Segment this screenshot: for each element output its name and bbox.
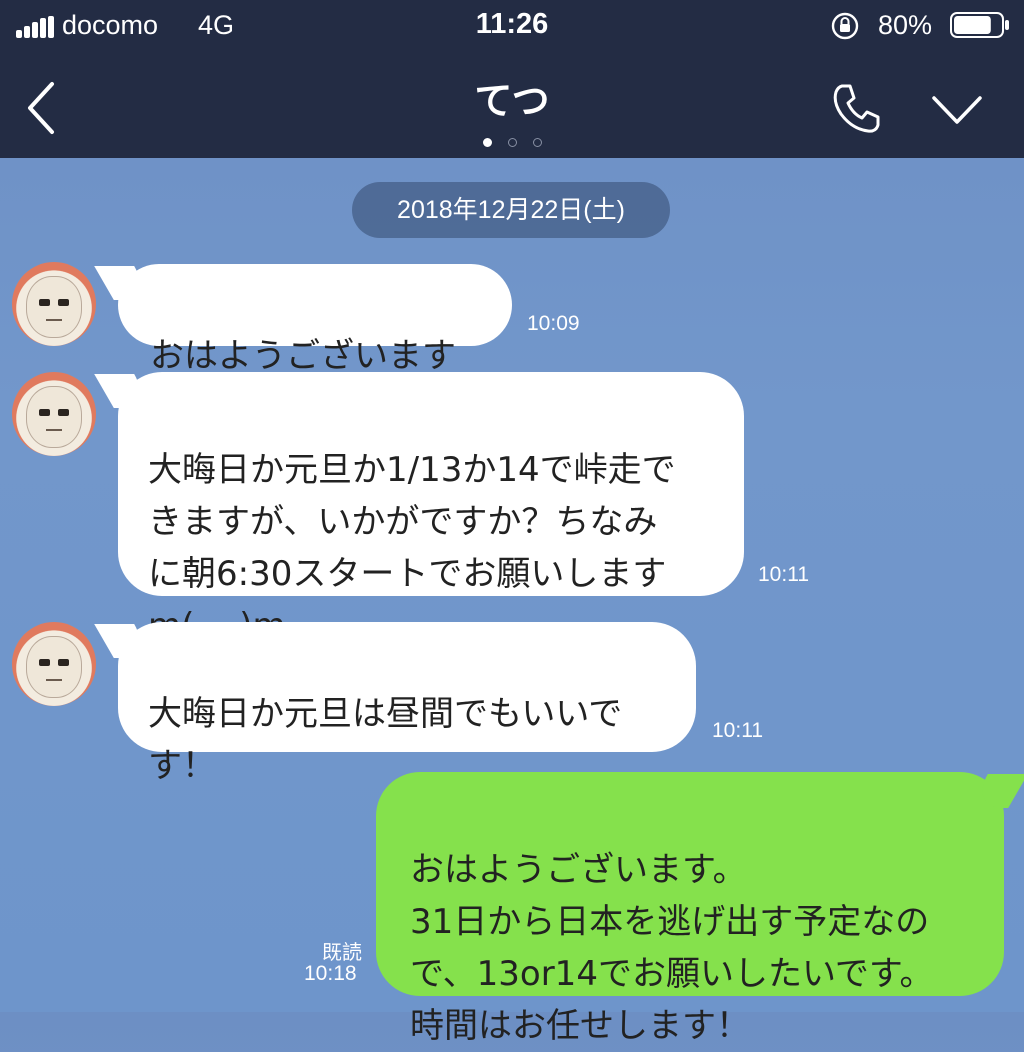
message-text: 大晦日か元旦か1/13か14で峠走で きますが、いかがですか？ちなみ に朝6:3…: [148, 450, 676, 646]
message-text: おはようございます: [150, 336, 456, 376]
incoming-message[interactable]: 大晦日か元旦か1/13か14で峠走で きますが、いかがですか？ちなみ に朝6:3…: [118, 372, 744, 646]
battery-percent: 80%: [878, 10, 933, 40]
page-dot: [482, 138, 492, 147]
incoming-message[interactable]: おはようございます: [118, 264, 512, 376]
message-text: おはようございます。 31日から日本を逃げ出す予定なの で、13or14でお願い…: [410, 850, 934, 1046]
incoming-message[interactable]: 大晦日か元旦は昼間でもいいで す！: [118, 622, 696, 786]
battery-icon: [950, 12, 1009, 38]
status-time: 11:26: [475, 8, 549, 40]
page-dot: [532, 138, 542, 147]
avatar[interactable]: [12, 622, 96, 706]
message-time: 10:18: [304, 962, 357, 985]
status-bar: docomo 4G 11:26 80%: [0, 0, 1024, 52]
avatar[interactable]: [12, 262, 96, 346]
phone-icon[interactable]: [828, 80, 884, 136]
message-time: 10:11: [758, 563, 809, 586]
orientation-lock-icon: [831, 12, 859, 40]
date-separator: 2018年12月22日(土): [352, 182, 670, 238]
outgoing-message[interactable]: おはようございます。 31日から日本を逃げ出す予定なの で、13or14でお願い…: [376, 772, 1004, 1046]
nav-bar: てつ: [0, 52, 1024, 158]
read-receipt: 既読: [322, 940, 362, 964]
message-time: 10:11: [712, 719, 763, 742]
avatar[interactable]: [12, 372, 96, 456]
page-dot: [507, 138, 517, 147]
message-time: 10:09: [527, 312, 580, 335]
chevron-down-icon[interactable]: [930, 92, 984, 128]
top-bar: docomo 4G 11:26 80% てつ: [0, 0, 1024, 158]
